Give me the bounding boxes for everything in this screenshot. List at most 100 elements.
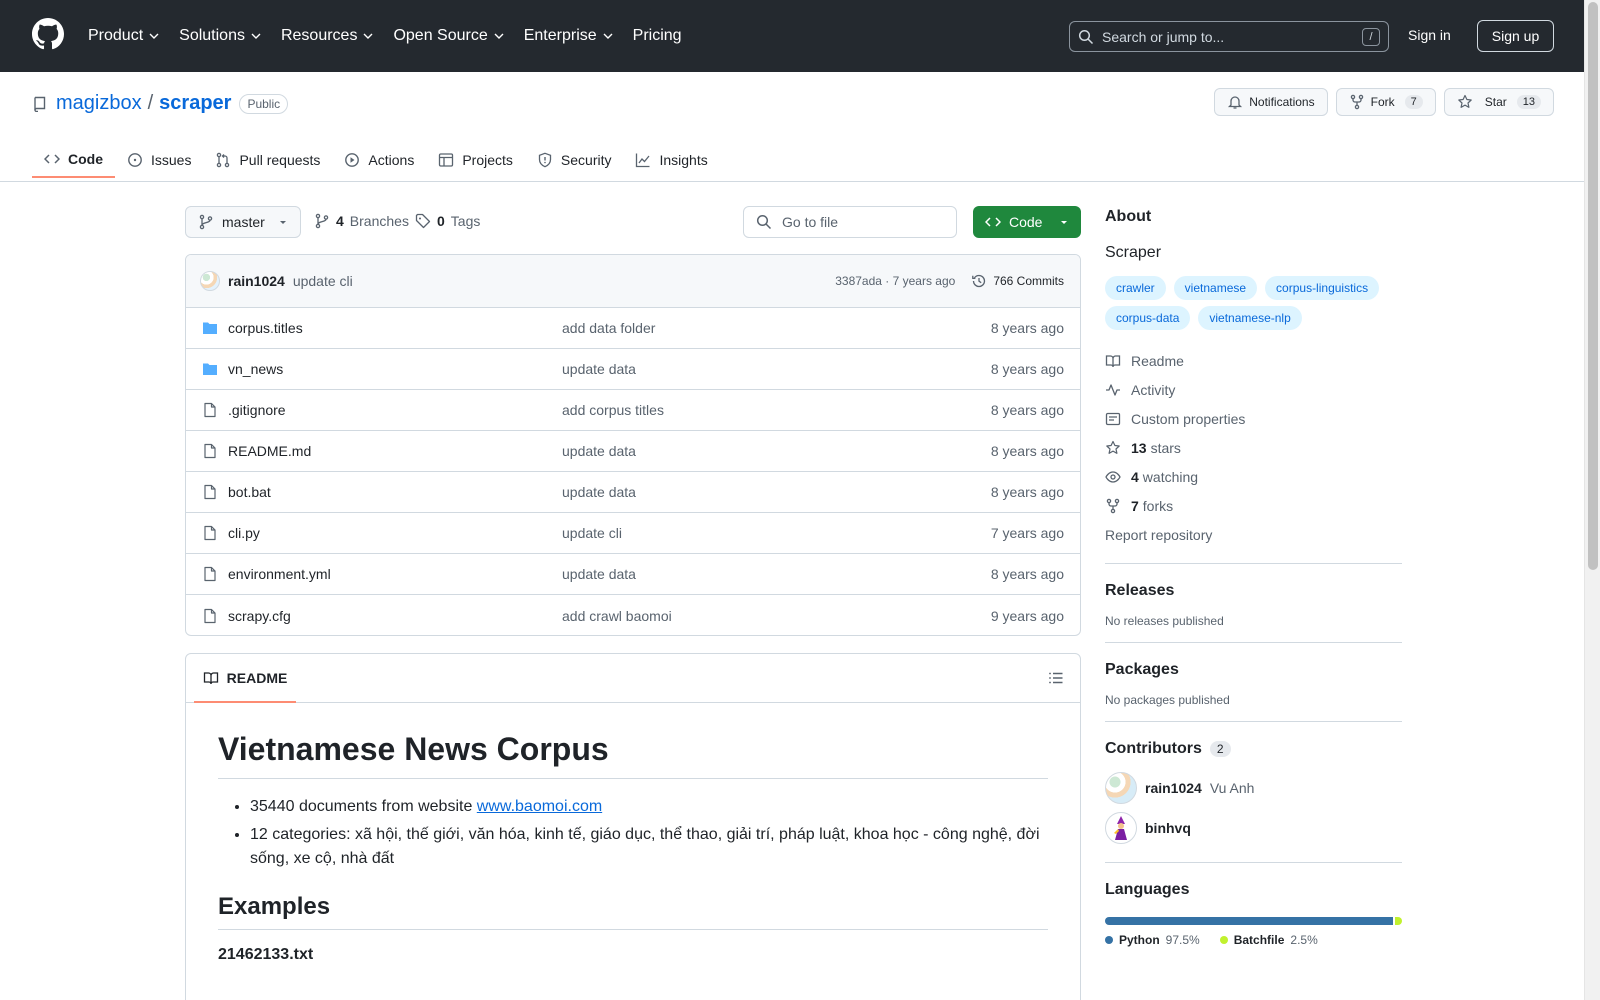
go-to-file-input[interactable]: Go to file: [743, 206, 957, 238]
table-row[interactable]: cli.py update cli 7 years ago: [186, 513, 1080, 554]
watching-link[interactable]: 4 watching: [1105, 462, 1402, 491]
file-commit-date: 8 years ago: [990, 402, 1064, 418]
tags-link[interactable]: 0 Tags: [415, 213, 480, 229]
nav-enterprise[interactable]: Enterprise: [524, 22, 613, 50]
repo-name-link[interactable]: scraper: [159, 92, 231, 115]
file-commit-message-link[interactable]: add data folder: [562, 320, 991, 336]
topic-tag[interactable]: vietnamese-nlp: [1198, 306, 1302, 330]
nav-product[interactable]: Product: [88, 22, 159, 50]
file-name-link[interactable]: README.md: [228, 443, 562, 459]
file-name-link[interactable]: scrapy.cfg: [228, 608, 562, 624]
packages-heading[interactable]: Packages: [1105, 661, 1402, 679]
contributor-login: rain1024: [1145, 780, 1202, 796]
table-row[interactable]: scrapy.cfg add crawl baomoi 9 years ago: [186, 595, 1080, 635]
commit-author-link[interactable]: rain1024: [228, 273, 285, 289]
branch-select-button[interactable]: master: [185, 206, 301, 238]
table-row[interactable]: environment.yml update data 8 years ago: [186, 554, 1080, 595]
repo-sidebar: About Scraper crawler vietnamese corpus-li…: [1105, 208, 1402, 947]
file-name-link[interactable]: vn_news: [228, 361, 562, 377]
forks-count: 7: [1131, 497, 1139, 514]
topic-tag[interactable]: corpus-data: [1105, 306, 1191, 330]
main-nav: Product Solutions Resources Open Source …: [88, 22, 682, 50]
scrollbar-thumb[interactable]: [1588, 2, 1598, 570]
file-commit-message-link[interactable]: update data: [562, 484, 991, 500]
tags-label: Tags: [450, 213, 481, 229]
branch-icon: [199, 214, 213, 230]
search-input[interactable]: Search or jump to... /: [1069, 21, 1389, 52]
repo-tabs: Code Issues Pull requests Actions Projec…: [32, 142, 720, 182]
file-name-link[interactable]: corpus.titles: [228, 320, 562, 336]
contributor-item[interactable]: binhvq: [1105, 808, 1402, 848]
commit-message-link[interactable]: update cli: [293, 273, 353, 289]
activity-link-label: Activity: [1131, 381, 1176, 398]
topic-tag[interactable]: crawler: [1105, 276, 1166, 300]
file-name-link[interactable]: cli.py: [228, 525, 562, 541]
contributor-item[interactable]: rain1024 Vu Anh: [1105, 768, 1402, 808]
nav-pricing[interactable]: Pricing: [633, 22, 682, 50]
nav-resources[interactable]: Resources: [281, 22, 373, 50]
code-dropdown-button[interactable]: Code: [973, 206, 1081, 238]
report-repository-link[interactable]: Report repository: [1105, 520, 1402, 549]
branches-link[interactable]: 4 Branches: [314, 213, 409, 229]
tab-security[interactable]: Security: [525, 142, 624, 178]
file-commit-message-link[interactable]: add corpus titles: [562, 402, 991, 418]
topic-tag[interactable]: corpus-linguistics: [1265, 276, 1380, 300]
readme-link[interactable]: Readme: [1105, 346, 1402, 375]
sign-up-button[interactable]: Sign up: [1477, 20, 1554, 52]
nav-enterprise-label: Enterprise: [523, 27, 597, 44]
file-commit-message-link[interactable]: update data: [562, 443, 991, 459]
file-name-link[interactable]: bot.bat: [228, 484, 562, 500]
topic-tag[interactable]: vietnamese: [1173, 276, 1258, 300]
file-commit-message-link[interactable]: add crawl baomoi: [562, 608, 991, 624]
list-icon[interactable]: [1048, 670, 1064, 686]
tab-issues[interactable]: Issues: [115, 142, 203, 178]
fork-button[interactable]: Fork 7: [1335, 88, 1436, 116]
table-row[interactable]: corpus.titles add data folder 8 years ago: [186, 308, 1080, 349]
table-row[interactable]: vn_news update data 8 years ago: [186, 349, 1080, 390]
language-color-dot: [1219, 936, 1228, 944]
tab-projects[interactable]: Projects: [426, 142, 525, 178]
table-row[interactable]: bot.bat update data 8 years ago: [186, 472, 1080, 513]
readme-bullet-text: 35440 documents from website: [250, 798, 477, 815]
language-item[interactable]: Batchfile 2.5%: [1219, 933, 1318, 947]
file-commit-message-link[interactable]: update cli: [562, 525, 991, 541]
file-rows: corpus.titles add data folder 8 years ago v…: [186, 308, 1080, 635]
file-name-link[interactable]: environment.yml: [228, 566, 562, 582]
language-percent: 2.5%: [1290, 933, 1318, 947]
chevron-down-icon: [149, 33, 159, 39]
tab-code[interactable]: Code: [32, 142, 115, 178]
table-row[interactable]: .gitignore add corpus titles 8 years ago: [186, 390, 1080, 431]
releases-heading[interactable]: Releases: [1105, 582, 1402, 600]
forks-link[interactable]: 7 forks: [1105, 491, 1402, 520]
file-commit-message-link[interactable]: update data: [562, 566, 991, 582]
notifications-button[interactable]: Notifications: [1214, 88, 1328, 116]
commit-meta[interactable]: 3387ada · 7 years ago: [835, 274, 955, 288]
star-button[interactable]: Star 13: [1443, 88, 1554, 116]
nav-open-source[interactable]: Open Source: [393, 22, 504, 50]
shield-icon: [538, 152, 552, 168]
file-name-link[interactable]: .gitignore: [228, 402, 562, 418]
tab-insights[interactable]: Insights: [623, 142, 719, 178]
page-scrollbar[interactable]: [1584, 0, 1600, 1000]
readme-list-item: 35440 documents from website www.baomoi.…: [250, 795, 1048, 819]
stars-link[interactable]: 13 stars: [1105, 433, 1402, 462]
repo-owner-link[interactable]: magizbox: [56, 92, 142, 115]
readme-tab[interactable]: README: [194, 654, 296, 703]
baomoi-link[interactable]: www.baomoi.com: [477, 798, 602, 815]
commits-link[interactable]: 766 Commits: [971, 273, 1064, 289]
activity-link[interactable]: Activity: [1105, 375, 1402, 404]
avatar[interactable]: [200, 271, 220, 291]
readme-section-heading: Examples: [218, 893, 1048, 930]
language-item[interactable]: Python 97.5%: [1105, 933, 1200, 947]
about-description: Scraper: [1105, 244, 1162, 261]
custom-properties-link[interactable]: Custom properties: [1105, 404, 1402, 433]
tab-actions[interactable]: Actions: [332, 142, 426, 178]
file-icon: [202, 484, 218, 500]
contributors-heading[interactable]: Contributors 2: [1105, 740, 1402, 758]
sign-in-link[interactable]: Sign in: [1408, 27, 1451, 43]
table-row[interactable]: README.md update data 8 years ago: [186, 431, 1080, 472]
github-logo-icon[interactable]: [32, 18, 64, 50]
nav-solutions[interactable]: Solutions: [179, 22, 261, 50]
tab-pull-requests[interactable]: Pull requests: [203, 142, 332, 178]
file-commit-message-link[interactable]: update data: [562, 361, 991, 377]
